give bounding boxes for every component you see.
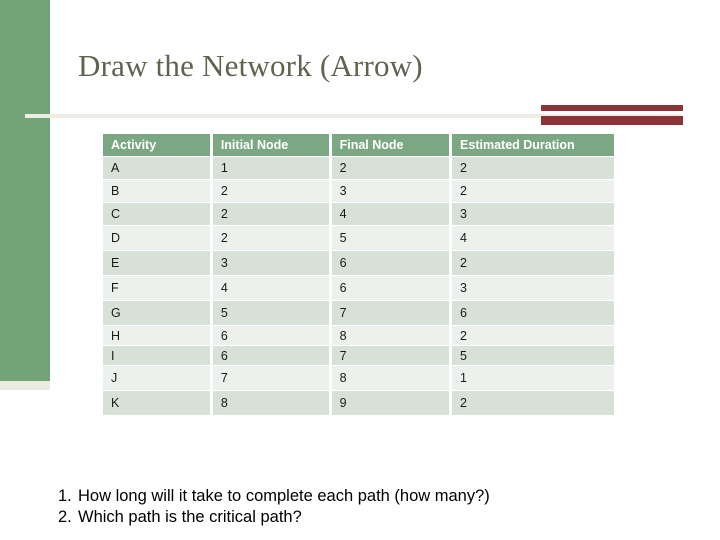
accent-bar-lower — [541, 116, 683, 125]
table-row: A122 — [103, 157, 614, 179]
cell-final-node: 8 — [331, 366, 450, 390]
question-text: Which path is the critical path? — [78, 508, 302, 526]
cell-final-node: 7 — [331, 346, 450, 365]
question-number: 1. — [58, 487, 72, 505]
cell-final-node: 3 — [331, 180, 450, 202]
table-header: Activity Initial Node Final Node Estimat… — [103, 134, 614, 156]
table-row: I675 — [103, 346, 614, 365]
cell-final-node: 4 — [331, 203, 450, 225]
table-row: K892 — [103, 391, 614, 415]
cell-initial-node: 2 — [212, 180, 329, 202]
cell-final-node: 5 — [331, 226, 450, 250]
cell-activity: A — [103, 157, 210, 179]
cell-final-node: 9 — [331, 391, 450, 415]
table-row: J781 — [103, 366, 614, 390]
question-number: 2. — [58, 508, 72, 526]
table-header-row: Activity Initial Node Final Node Estimat… — [103, 134, 614, 156]
cell-activity: C — [103, 203, 210, 225]
cell-initial-node: 4 — [212, 276, 329, 300]
cell-activity: J — [103, 366, 210, 390]
cell-final-node: 6 — [331, 276, 450, 300]
table-row: E362 — [103, 251, 614, 275]
cell-estimated-duration: 4 — [452, 226, 614, 250]
cell-estimated-duration: 3 — [452, 276, 614, 300]
cell-initial-node: 1 — [212, 157, 329, 179]
cell-initial-node: 2 — [212, 203, 329, 225]
cell-activity: G — [103, 301, 210, 325]
cell-estimated-duration: 2 — [452, 326, 614, 345]
slide-title: Draw the Network (Arrow) — [78, 48, 423, 83]
left-accent-band — [0, 0, 50, 381]
column-header-final-node: Final Node — [331, 134, 450, 156]
cell-initial-node: 5 — [212, 301, 329, 325]
cell-initial-node: 8 — [212, 391, 329, 415]
accent-bar-upper — [541, 105, 683, 111]
table-row: G576 — [103, 301, 614, 325]
activity-table: Activity Initial Node Final Node Estimat… — [100, 133, 617, 416]
table-row: B232 — [103, 180, 614, 202]
cell-activity: D — [103, 226, 210, 250]
column-header-initial-node: Initial Node — [212, 134, 329, 156]
cell-activity: E — [103, 251, 210, 275]
cell-estimated-duration: 2 — [452, 391, 614, 415]
cell-initial-node: 6 — [212, 326, 329, 345]
cell-final-node: 7 — [331, 301, 450, 325]
left-accent-band-footer — [0, 381, 50, 390]
cell-activity: F — [103, 276, 210, 300]
list-item: 2. Which path is the critical path? — [58, 507, 708, 528]
cell-estimated-duration: 3 — [452, 203, 614, 225]
cell-estimated-duration: 2 — [452, 251, 614, 275]
question-list: 1. How long will it take to complete each… — [58, 486, 708, 528]
cell-initial-node: 2 — [212, 226, 329, 250]
cell-estimated-duration: 2 — [452, 157, 614, 179]
cell-final-node: 6 — [331, 251, 450, 275]
cell-initial-node: 3 — [212, 251, 329, 275]
cell-initial-node: 6 — [212, 346, 329, 365]
cell-estimated-duration: 6 — [452, 301, 614, 325]
cell-activity: I — [103, 346, 210, 365]
column-header-estimated-duration: Estimated Duration — [452, 134, 614, 156]
table-row: F463 — [103, 276, 614, 300]
cell-estimated-duration: 5 — [452, 346, 614, 365]
cell-estimated-duration: 2 — [452, 180, 614, 202]
list-item: 1. How long will it take to complete each… — [58, 486, 708, 507]
question-text: How long will it take to complete each p… — [78, 487, 490, 505]
cell-activity: K — [103, 391, 210, 415]
column-header-activity: Activity — [103, 134, 210, 156]
table-body: A122B232C243D254E362F463G576H682I675J781… — [103, 157, 614, 415]
cell-initial-node: 7 — [212, 366, 329, 390]
table-row: D254 — [103, 226, 614, 250]
cell-final-node: 8 — [331, 326, 450, 345]
table-row: H682 — [103, 326, 614, 345]
cell-estimated-duration: 1 — [452, 366, 614, 390]
cell-activity: H — [103, 326, 210, 345]
cell-final-node: 2 — [331, 157, 450, 179]
table-row: C243 — [103, 203, 614, 225]
cell-activity: B — [103, 180, 210, 202]
